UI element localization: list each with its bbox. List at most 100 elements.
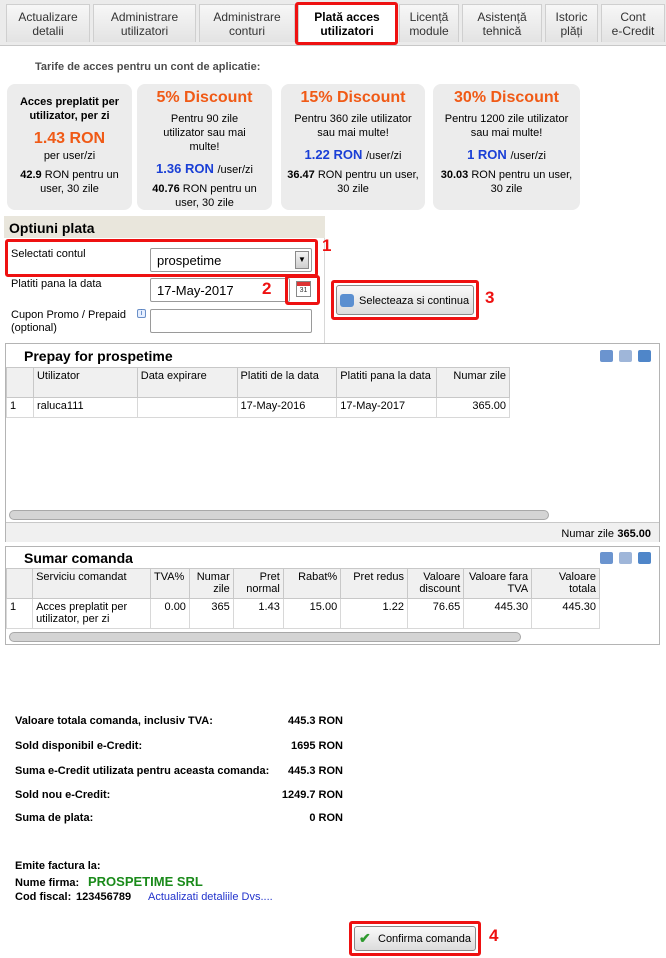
cell — [136, 397, 238, 418]
pricing-heading: Tarife de acces pentru un cont de aplica… — [35, 61, 261, 73]
card-price: 1.22 RON /user/zi — [304, 147, 402, 162]
tab-licenta-module[interactable]: Licență module — [399, 4, 459, 42]
col-header[interactable]: Platiti pana la data — [336, 367, 438, 398]
annotation-label-4: 4 — [489, 926, 499, 945]
ecredit-balance-label: Sold disponibil e-Credit: — [15, 740, 143, 752]
card-unit: per user/zi — [43, 150, 96, 162]
col-header[interactable]: Rabat% — [282, 568, 342, 599]
expand-columns-icon[interactable] — [600, 350, 613, 362]
pricing-card-base: Acces preplatit per utilizator, per zi 1… — [7, 84, 132, 210]
pricing-card-30: 30% Discount Pentru 1200 zile utilizator… — [433, 84, 580, 210]
card-sub: 42.9 RON pentru un user, 30 zile — [20, 169, 119, 195]
cell: Acces preplatit per utilizator, per zi — [32, 598, 151, 629]
col-header[interactable]: Data expirare — [136, 367, 238, 398]
annotation-box-active-tab — [295, 2, 398, 45]
ecredit-used-value: 445.3 RON — [287, 765, 343, 777]
card-desc: Pentru 1200 zile utilizator sau mai mult… — [444, 113, 569, 139]
card-price: 1.43 RON — [33, 130, 106, 147]
expand-columns-icon[interactable] — [600, 552, 613, 564]
refresh-grid-icon[interactable] — [638, 552, 651, 564]
table-row[interactable]: 1 raluca111 17-May-2016 17-May-2017 365.… — [6, 397, 510, 418]
amount-due-label: Suma de plata: — [15, 812, 94, 824]
card-title: 15% Discount — [300, 89, 406, 106]
annotation-label-1: 1 — [322, 236, 332, 255]
total-value: 445.3 RON — [287, 715, 343, 727]
annotation-label-3: 3 — [485, 288, 495, 307]
tab-actualizare-detalii[interactable]: Actualizare detalii — [6, 4, 90, 42]
card-price: 1 RON /user/zi — [467, 147, 546, 162]
col-header[interactable]: Numar zile — [188, 568, 234, 599]
tab-administrare-conturi[interactable]: Administrare conturi — [199, 4, 295, 42]
promo-label: Cupon Promo / Prepaid (optional) — [11, 309, 126, 334]
prepay-table: Utilizator Data expirare Platiti de la d… — [6, 367, 510, 418]
prepay-footer: Numar zile 365.00 — [6, 522, 659, 542]
update-details-link[interactable]: Actualizati detaliile Dvs.... — [148, 891, 273, 903]
annotation-box-4 — [349, 921, 481, 956]
firm-name-label: Nume firma: — [15, 877, 80, 889]
cell: 0.00 — [149, 598, 190, 629]
cell: 17-May-2016 — [236, 397, 338, 418]
summary-horizontal-scrollbar[interactable] — [9, 632, 521, 642]
col-header[interactable]: TVA% — [149, 568, 190, 599]
col-header[interactable]: Utilizator — [32, 367, 138, 398]
col-header[interactable]: Valoare fara TVA — [463, 568, 533, 599]
firm-name-value: PROSPETIME SRL — [88, 874, 203, 889]
card-price: 1.36 RON /user/zi — [156, 161, 253, 176]
col-header[interactable]: Pret redus — [340, 568, 408, 599]
col-header[interactable]: Numar zile — [436, 367, 510, 398]
tab-administrare-utilizatori[interactable]: Administrare utilizatori — [93, 4, 196, 42]
pricing-card-15: 15% Discount Pentru 360 zile utilizator … — [281, 84, 425, 210]
cell: 445.30 — [463, 598, 533, 629]
fiscal-code-value: 123456789 — [76, 891, 132, 903]
new-balance-label: Sold nou e-Credit: — [15, 789, 111, 801]
cell: 1 — [6, 397, 34, 418]
cell: 15.00 — [282, 598, 342, 629]
card-sub: 30.03 RON pentru un user, 30 zile — [440, 169, 573, 195]
days-total-value: 365.00 — [617, 528, 651, 540]
col-header[interactable]: Platiti de la data — [236, 367, 338, 398]
cell: 17-May-2017 — [336, 397, 438, 418]
prepay-title: Prepay for prospetime — [24, 348, 173, 364]
cell: 1 — [5, 598, 34, 629]
promo-input[interactable] — [150, 309, 312, 333]
refresh-grid-icon[interactable] — [638, 350, 651, 362]
total-label: Valoare totala comanda, inclusiv TVA: — [15, 715, 213, 727]
prepay-horizontal-scrollbar[interactable] — [9, 510, 549, 520]
card-desc: Pentru 90 zile utilizator sau mai multe! — [163, 113, 246, 153]
col-header[interactable]: Valoare discount — [406, 568, 465, 599]
col-header[interactable] — [6, 367, 34, 398]
tab-asistenta-tehnica[interactable]: Asistență tehnică — [462, 4, 542, 42]
card-sub: 36.47 RON pentru un user, 30 zile — [287, 169, 419, 195]
cell: 365 — [188, 598, 234, 629]
ecredit-balance-value: 1695 RON — [291, 740, 343, 752]
col-header[interactable] — [5, 568, 34, 599]
invoice-heading: Emite factura la: — [15, 860, 101, 872]
tab-cont-ecredit[interactable]: Cont e-Credit — [601, 4, 665, 42]
payment-options-title: Optiuni plata — [4, 216, 325, 238]
info-icon[interactable]: i — [137, 309, 146, 318]
pricing-card-5: 5% Discount Pentru 90 zile utilizator sa… — [137, 84, 272, 210]
tab-istoric-plati[interactable]: Istoric plăți — [545, 4, 598, 42]
card-desc: Pentru 360 zile utilizator sau mai multe… — [294, 113, 412, 139]
cell: 76.65 — [406, 598, 465, 629]
cell: 1.43 — [232, 598, 284, 629]
table-row[interactable]: 1 Acces preplatit per utilizator, per zi… — [5, 598, 600, 629]
cell: 445.30 — [531, 598, 600, 629]
days-total-label: Numar zile — [561, 528, 614, 540]
col-header[interactable]: Serviciu comandat — [32, 568, 151, 599]
copy-icon[interactable] — [619, 552, 632, 564]
copy-icon[interactable] — [619, 350, 632, 362]
card-title: 30% Discount — [454, 89, 559, 106]
pay-until-label: Platiti pana la data — [11, 278, 102, 290]
col-header[interactable]: Valoare totala — [531, 568, 600, 599]
cell: 365.00 — [436, 397, 510, 418]
cell: 1.22 — [340, 598, 408, 629]
annotation-box-2 — [285, 275, 320, 305]
new-balance-value: 1249.7 RON — [281, 789, 343, 801]
col-header[interactable]: Pret normal — [232, 568, 284, 599]
annotation-box-1 — [5, 239, 318, 277]
cell: raluca111 — [32, 397, 138, 418]
summary-table: Serviciu comandat TVA% Numar zile Pret n… — [5, 568, 600, 629]
card-title: Acces preplatit per utilizator, per zi — [19, 96, 120, 122]
card-sub: 40.76 RON pentru un user, 30 zile — [152, 183, 257, 209]
